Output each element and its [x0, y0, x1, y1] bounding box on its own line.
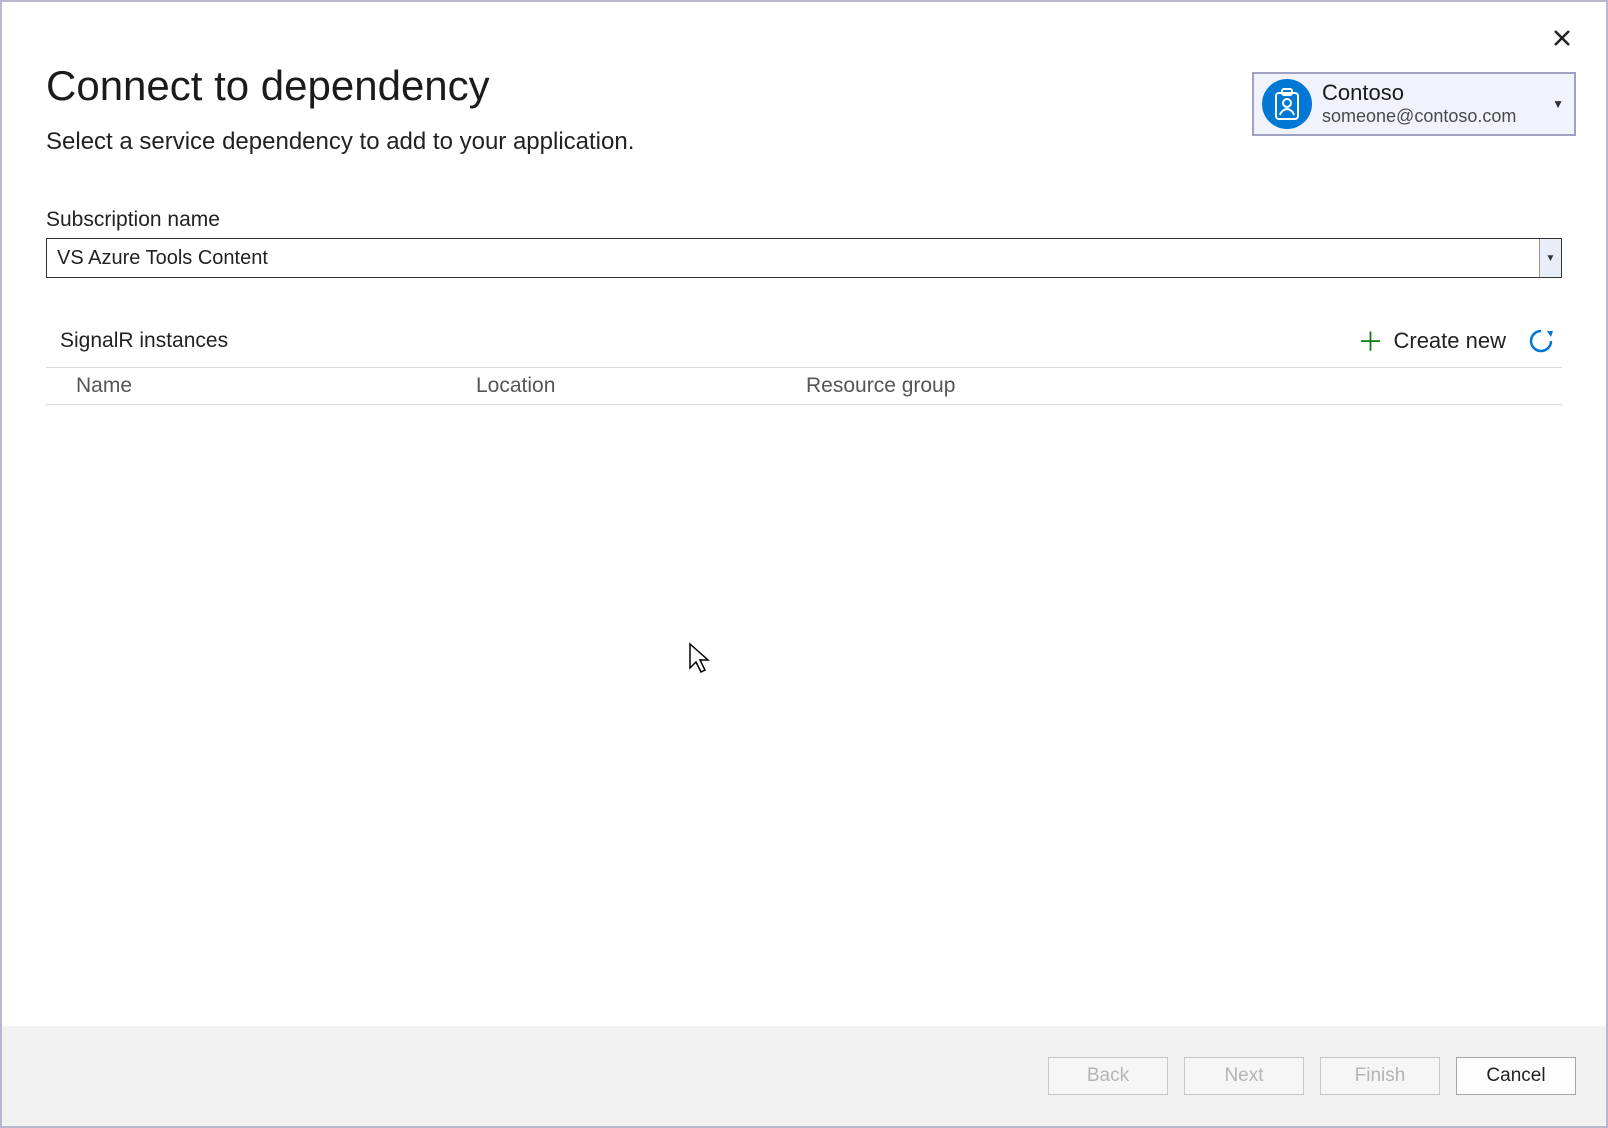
back-button: Back [1048, 1057, 1168, 1095]
chevron-down-icon: ▼ [1552, 97, 1566, 111]
dialog-content: Connect to dependency Select a service d… [2, 2, 1606, 1026]
create-new-label: Create new [1393, 328, 1506, 354]
finish-button: Finish [1320, 1057, 1440, 1095]
column-name[interactable]: Name [46, 374, 476, 398]
account-text: Contoso someone@contoso.com [1322, 80, 1552, 128]
refresh-icon [1528, 328, 1554, 354]
column-location[interactable]: Location [476, 374, 806, 398]
create-new-button[interactable]: ＋ Create new [1357, 322, 1506, 359]
instances-header-row: SignalR instances ＋ Create new [46, 322, 1562, 367]
instances-label: SignalR instances [60, 329, 228, 353]
close-icon [1553, 29, 1571, 47]
next-button: Next [1184, 1057, 1304, 1095]
account-selector[interactable]: Contoso someone@contoso.com ▼ [1252, 72, 1576, 136]
refresh-button[interactable] [1528, 328, 1554, 354]
close-button[interactable] [1546, 22, 1578, 54]
account-name: Contoso [1322, 80, 1552, 106]
account-email: someone@contoso.com [1322, 106, 1552, 128]
column-resource-group[interactable]: Resource group [806, 374, 1562, 398]
subscription-dropdown[interactable]: VS Azure Tools Content ▼ [46, 238, 1562, 278]
connect-dependency-dialog: Contoso someone@contoso.com ▼ Connect to… [0, 0, 1608, 1128]
instances-table-header: Name Location Resource group [46, 367, 1562, 405]
subscription-value: VS Azure Tools Content [47, 247, 1539, 270]
chevron-down-icon[interactable]: ▼ [1539, 239, 1561, 277]
cancel-button[interactable]: Cancel [1456, 1057, 1576, 1095]
dialog-footer: Back Next Finish Cancel [2, 1026, 1606, 1126]
subscription-label: Subscription name [46, 208, 1562, 232]
plus-icon: ＋ [1357, 322, 1383, 359]
account-badge-icon [1262, 79, 1312, 129]
